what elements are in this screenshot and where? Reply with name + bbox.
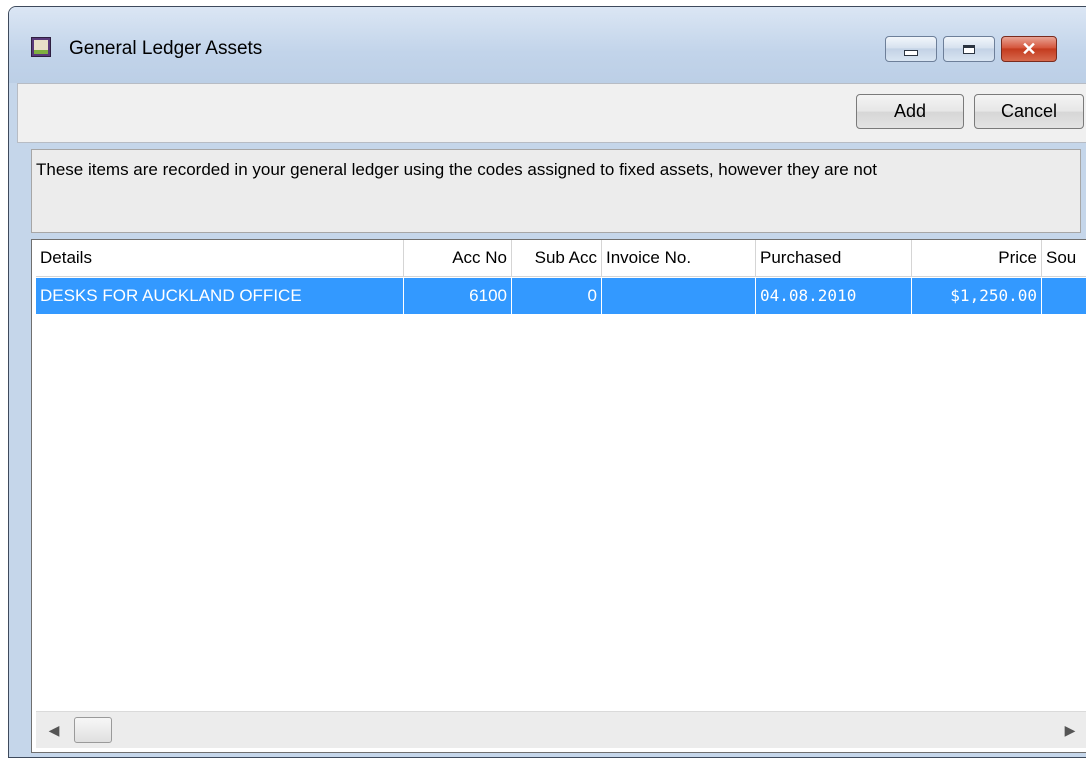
column-header-acc-no[interactable]: Acc No bbox=[404, 240, 512, 276]
scroll-right-arrow-icon[interactable]: ▶ bbox=[1052, 712, 1086, 748]
column-header-price[interactable]: Price bbox=[912, 240, 1042, 276]
cell-acc-no[interactable]: 6100 bbox=[404, 278, 512, 314]
column-header-sub-acc[interactable]: Sub Acc bbox=[512, 240, 602, 276]
cell-source[interactable] bbox=[1042, 278, 1086, 314]
cell-details[interactable]: DESKS FOR AUCKLAND OFFICE bbox=[36, 278, 404, 314]
column-header-purchased[interactable]: Purchased bbox=[756, 240, 912, 276]
horizontal-scrollbar[interactable]: ◀ ▶ bbox=[36, 711, 1086, 748]
close-button[interactable]: ✕ bbox=[1001, 36, 1057, 62]
window-title: General Ledger Assets bbox=[69, 38, 263, 59]
minimize-icon bbox=[904, 50, 918, 56]
maximize-button[interactable] bbox=[943, 36, 995, 62]
scrollbar-thumb[interactable] bbox=[74, 717, 112, 743]
cell-invoice-no[interactable] bbox=[602, 278, 756, 314]
column-header-invoice-no[interactable]: Invoice No. bbox=[602, 240, 756, 276]
ledger-app-icon bbox=[31, 37, 51, 57]
column-header-source[interactable]: Sou bbox=[1042, 240, 1086, 276]
cancel-button[interactable]: Cancel bbox=[974, 94, 1084, 129]
table-row[interactable]: DESKS FOR AUCKLAND OFFICE 6100 0 04.08.2… bbox=[36, 278, 1086, 314]
caption-buttons: ✕ bbox=[885, 36, 1057, 64]
minimize-button[interactable] bbox=[885, 36, 937, 62]
maximize-icon bbox=[963, 44, 975, 54]
close-icon: ✕ bbox=[1021, 39, 1037, 59]
general-ledger-assets-window: General Ledger Assets ✕ Add Cancel These… bbox=[8, 6, 1086, 758]
title-bar[interactable]: General Ledger Assets ✕ bbox=[9, 7, 1086, 83]
scroll-left-arrow-icon[interactable]: ◀ bbox=[36, 712, 72, 748]
cell-price[interactable]: $1,250.00 bbox=[912, 278, 1042, 314]
info-message: These items are recorded in your general… bbox=[31, 149, 1081, 233]
table-header: Details Acc No Sub Acc Invoice No. Purch… bbox=[36, 240, 1086, 277]
cell-purchased[interactable]: 04.08.2010 bbox=[756, 278, 912, 314]
add-button[interactable]: Add bbox=[856, 94, 964, 129]
cell-sub-acc[interactable]: 0 bbox=[512, 278, 602, 314]
toolbar: Add Cancel bbox=[17, 83, 1086, 143]
assets-grid[interactable]: Details Acc No Sub Acc Invoice No. Purch… bbox=[31, 239, 1086, 753]
column-header-details[interactable]: Details bbox=[36, 240, 404, 276]
